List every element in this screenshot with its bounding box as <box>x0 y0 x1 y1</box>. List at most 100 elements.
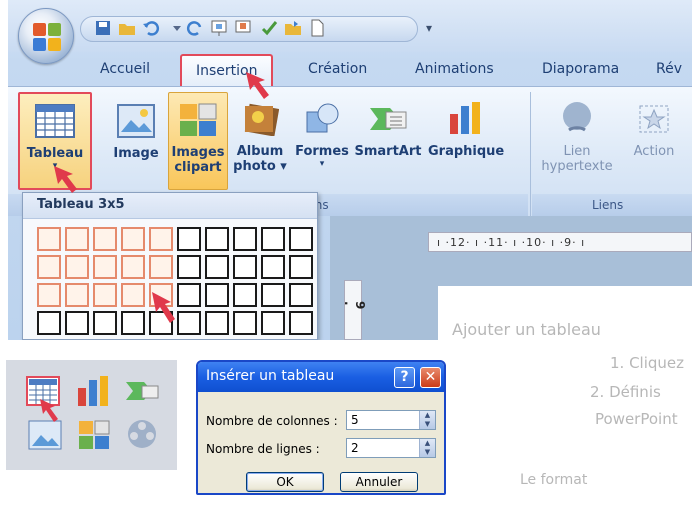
undo-dropdown-icon[interactable] <box>168 19 186 37</box>
chart-icon <box>450 102 480 134</box>
table-grid-cell[interactable] <box>233 227 257 251</box>
table-grid-cell[interactable] <box>177 311 201 335</box>
table-grid-cell[interactable] <box>205 311 229 335</box>
formes-button[interactable]: Formes ▾ <box>292 92 352 190</box>
ok-button[interactable]: OK <box>246 472 324 492</box>
table-grid-cell[interactable] <box>261 283 285 307</box>
table-grid-cell[interactable] <box>233 311 257 335</box>
spelling-check-icon[interactable] <box>260 19 278 37</box>
photo-label: photo ▾ <box>233 159 287 174</box>
images-label: Images <box>171 145 225 160</box>
clipart-label: clipart <box>174 160 222 175</box>
clipart-icon[interactable] <box>78 420 110 450</box>
new-document-icon[interactable] <box>308 19 326 37</box>
group-divider <box>530 92 531 216</box>
images-clipart-button[interactable]: Images clipart <box>168 92 228 190</box>
image-button[interactable]: Image <box>106 92 166 190</box>
table-grid-cell[interactable] <box>93 227 117 251</box>
smartart-button[interactable]: SmartArt <box>354 92 422 190</box>
save-icon[interactable] <box>94 19 112 37</box>
group-label-liens: Liens <box>592 198 624 212</box>
table-grid-cell[interactable] <box>121 255 145 279</box>
illustrations-mini-panel <box>6 360 177 470</box>
presentation-icon[interactable] <box>234 19 252 37</box>
graphique-label: Graphique <box>428 144 505 159</box>
rows-spinner[interactable]: 2 ▲ ▼ <box>346 438 436 458</box>
table-grid-cell[interactable] <box>121 227 145 251</box>
table-grid-cell[interactable] <box>261 255 285 279</box>
columns-spinner[interactable]: 5 ▲ ▼ <box>346 410 436 430</box>
customize-toolbar-icon[interactable]: ▾ <box>426 21 432 35</box>
table-grid-cell[interactable] <box>37 227 61 251</box>
lien-label: Lien <box>563 144 591 159</box>
table-grid-cell[interactable] <box>261 227 285 251</box>
table-grid-cell[interactable] <box>121 283 145 307</box>
album-label: Album <box>236 144 284 159</box>
undo-icon[interactable] <box>142 19 160 37</box>
help-button[interactable]: ? <box>394 367 415 388</box>
table-grid-cell[interactable] <box>205 283 229 307</box>
vertical-ruler: 9 · <box>339 280 367 340</box>
ribbon-tabs: Accueil Insertion Création Animations Di… <box>8 52 692 88</box>
formes-dropdown-icon: ▾ <box>319 159 325 169</box>
rows-value: 2 <box>351 441 359 455</box>
table-grid-cell[interactable] <box>289 311 313 335</box>
bg-heading: Ajouter un tableau <box>452 320 601 339</box>
bg-step-1: 1. Cliquez <box>610 354 685 372</box>
smartart-icon[interactable] <box>124 378 160 404</box>
table-grid-cell[interactable] <box>93 255 117 279</box>
open-file-icon[interactable] <box>284 19 302 37</box>
table-grid-cell[interactable] <box>93 283 117 307</box>
open-folder-icon[interactable] <box>118 19 136 37</box>
rows-label: Nombre de lignes : <box>206 442 320 456</box>
table-grid-cell[interactable] <box>233 283 257 307</box>
table-grid-cell[interactable] <box>121 311 145 335</box>
powerpoint-window: ▾ Accueil Insertion Création Animations … <box>8 0 692 340</box>
rows-spin-arrows-icon[interactable]: ▲ ▼ <box>419 439 435 457</box>
tab-diaporama[interactable]: Diaporama <box>542 61 619 77</box>
table-grid-cell[interactable] <box>65 311 89 335</box>
tab-creation[interactable]: Création <box>308 61 367 77</box>
shapes-icon <box>306 103 339 133</box>
tab-animations[interactable]: Animations <box>415 61 494 77</box>
cancel-button[interactable]: Annuler <box>340 472 418 492</box>
table-grid-cell[interactable] <box>177 227 201 251</box>
smartart-icon <box>370 108 407 130</box>
table-grid-cell[interactable] <box>177 283 201 307</box>
insert-table-dialog: Insérer un tableau ? ✕ Nombre de colonne… <box>196 360 446 495</box>
table-grid-cell[interactable] <box>65 283 89 307</box>
table-grid-cell[interactable] <box>233 255 257 279</box>
slideshow-icon[interactable] <box>210 19 228 37</box>
table-grid-cell[interactable] <box>205 227 229 251</box>
table-grid-cell[interactable] <box>289 283 313 307</box>
table-grid-cell[interactable] <box>149 227 173 251</box>
close-button[interactable]: ✕ <box>420 367 441 388</box>
graphique-button[interactable]: Graphique <box>428 92 504 190</box>
table-grid-cell[interactable] <box>177 255 201 279</box>
table-grid-cell[interactable] <box>289 255 313 279</box>
action-button[interactable]: Action <box>622 92 686 190</box>
smartart-label: SmartArt <box>354 144 422 159</box>
table-grid-cell[interactable] <box>37 255 61 279</box>
film-reel-icon[interactable] <box>126 418 158 450</box>
columns-spin-arrows-icon[interactable]: ▲ ▼ <box>419 411 435 429</box>
lien-hypertexte-button[interactable]: Lien hypertexte <box>536 92 618 190</box>
screenshot-stage: ▾ Accueil Insertion Création Animations … <box>0 0 692 506</box>
bg-line-4: PowerPoint <box>595 410 678 428</box>
table-grid-cell[interactable] <box>37 283 61 307</box>
table-grid-cell[interactable] <box>65 255 89 279</box>
table-grid-cell[interactable] <box>65 227 89 251</box>
red-pointer-arrow-icon <box>246 72 269 99</box>
table-grid-cell[interactable] <box>37 311 61 335</box>
table-grid-cell[interactable] <box>289 227 313 251</box>
table-grid-cell[interactable] <box>261 311 285 335</box>
table-grid-cell[interactable] <box>205 255 229 279</box>
chart-icon[interactable] <box>76 374 110 406</box>
columns-label: Nombre de colonnes : <box>206 414 338 428</box>
redo-icon[interactable] <box>186 19 204 37</box>
tab-revision[interactable]: Rév <box>656 61 682 77</box>
tab-accueil[interactable]: Accueil <box>100 61 150 77</box>
table-grid-cell[interactable] <box>93 311 117 335</box>
table-grid-cell[interactable] <box>149 255 173 279</box>
horizontal-ruler: ı ·12· ı ·11· ı ·10· ı ·9· ı <box>428 232 692 252</box>
